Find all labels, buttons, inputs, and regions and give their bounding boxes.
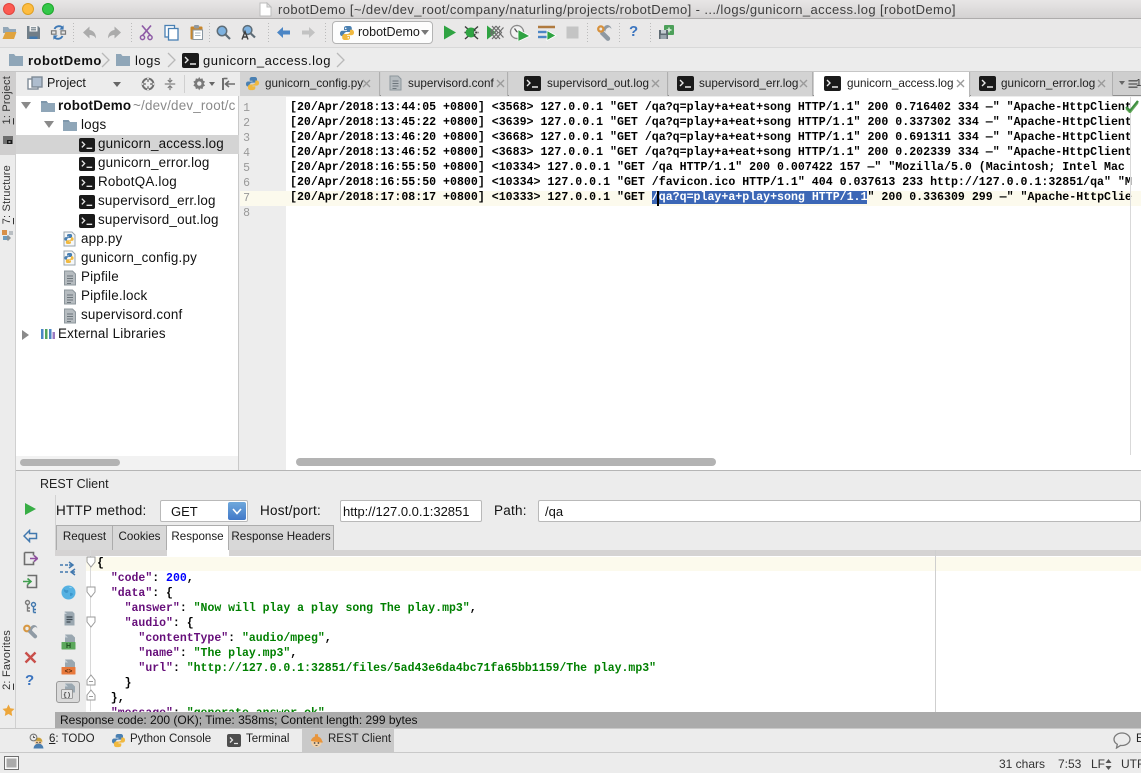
svg-text:{): {) bbox=[63, 692, 71, 699]
svg-text:H: H bbox=[66, 643, 71, 650]
svg-text:<>: <> bbox=[65, 668, 73, 675]
